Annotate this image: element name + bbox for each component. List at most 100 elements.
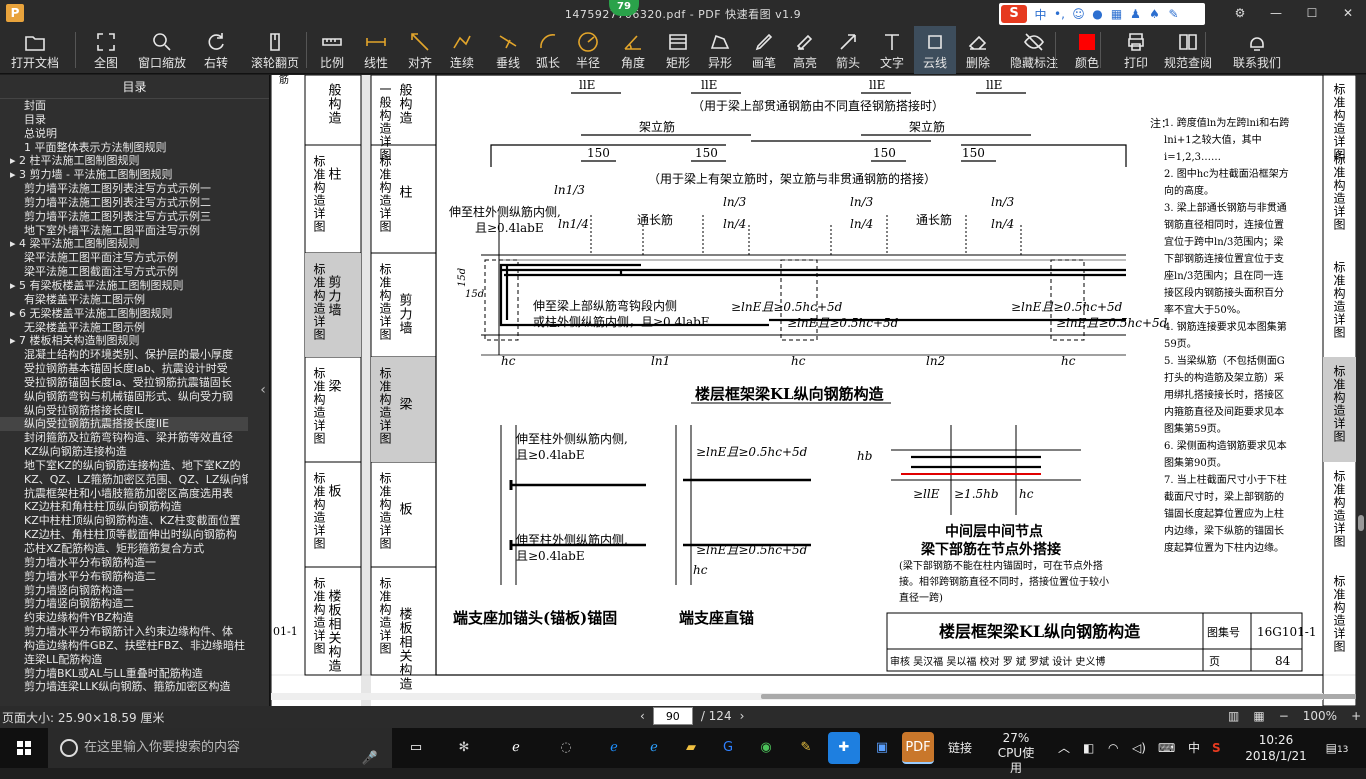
360-browser-icon[interactable]: ◉ bbox=[750, 732, 782, 764]
toc-item[interactable]: 剪力墙竖向钢筋构造一 bbox=[0, 584, 248, 598]
zoom-in-icon[interactable]: + bbox=[1351, 709, 1361, 723]
collapse-sidebar-icon[interactable]: ‹ bbox=[257, 378, 269, 402]
toc-item[interactable]: 混凝土结构的环境类别、保护层的最小厚度 bbox=[0, 348, 248, 362]
tool-color-button[interactable]: 颜色 bbox=[1067, 26, 1107, 74]
tool-perpendicular-button[interactable]: 垂线 bbox=[488, 26, 528, 74]
toc-item[interactable]: 受拉钢筋锚固长度la、受拉钢筋抗震锚固长 bbox=[0, 376, 248, 390]
tool-text-button[interactable]: 文字 bbox=[872, 26, 912, 74]
tool-continuous-button[interactable]: 连续 bbox=[442, 26, 482, 74]
toc-item[interactable]: 封闭箍筋及拉筋弯钩构造、梁并筋等效直径 bbox=[0, 431, 248, 445]
toc-item[interactable]: KZ纵向钢筋连接构造 bbox=[0, 445, 248, 459]
toc-item[interactable]: 受拉钢筋基本锚固长度lab、抗震设计时受 bbox=[0, 362, 248, 376]
toc-item[interactable]: 构造边缘构件GBZ、扶壁柱FBZ、非边缘暗柱 bbox=[0, 639, 248, 653]
toc-item[interactable]: 剪力墙平法施工图列表注写方式示例三 bbox=[0, 210, 248, 224]
punctuation-icon[interactable]: •, bbox=[1050, 7, 1069, 21]
tool-eye-off-button[interactable]: 隐藏标注 bbox=[1002, 26, 1066, 74]
tray-app-icon[interactable]: ◧ bbox=[1083, 728, 1094, 768]
toc-item[interactable]: 剪力墙竖向钢筋构造二 bbox=[0, 597, 248, 611]
taskbar-search[interactable]: 在这里输入你要搜索的内容 🎤 bbox=[48, 728, 392, 768]
toc-item[interactable]: KZ边柱、角柱柱顶等截面伸出时纵向钢筋构 bbox=[0, 528, 248, 542]
tool-radius-button[interactable]: 半径 bbox=[568, 26, 608, 74]
tool-arc-button[interactable]: 弧长 bbox=[528, 26, 568, 74]
link-label[interactable]: 链接 bbox=[948, 728, 972, 768]
toc-item[interactable]: KZ边柱和角柱柱顶纵向钢筋构造 bbox=[0, 500, 248, 514]
toc-item[interactable]: 总说明 bbox=[0, 127, 248, 141]
expand-arrow-icon[interactable]: ▸ bbox=[10, 334, 19, 347]
toc-item[interactable]: ▸ 2 柱平法施工图制图规则 bbox=[0, 154, 248, 168]
pdf-viewer-task-icon[interactable]: PDF bbox=[902, 732, 934, 764]
toc-item[interactable]: 1 平面整体表示方法制图规则 bbox=[0, 141, 248, 155]
wifi-icon[interactable]: ◠ bbox=[1108, 728, 1118, 768]
tool-rectangle-button[interactable]: 矩形 bbox=[658, 26, 698, 74]
clock[interactable]: 10:26 2018/1/21 bbox=[1244, 728, 1308, 768]
expand-arrow-icon[interactable]: ▸ bbox=[10, 154, 19, 167]
minimize-button[interactable]: — bbox=[1258, 0, 1294, 26]
tool-scale-button[interactable]: 比例 bbox=[310, 26, 354, 74]
toc-item[interactable]: 剪力墙水平分布钢筋计入约束边缘构件、体 bbox=[0, 625, 248, 639]
tool-mouse-button[interactable]: 滚轮翻页 bbox=[243, 26, 307, 74]
toc-item[interactable]: 地下室KZ的纵向钢筋连接构造、地下室KZ的 bbox=[0, 459, 248, 473]
toc-item[interactable]: 约束边缘构件YBZ构造 bbox=[0, 611, 248, 625]
toc-item[interactable]: 剪力墙平法施工图列表注写方式示例一 bbox=[0, 182, 248, 196]
zoom-level[interactable]: 100% bbox=[1303, 709, 1337, 723]
keyboard-tray-icon[interactable]: ⌨ bbox=[1158, 728, 1175, 768]
task-view-icon[interactable]: ▭ bbox=[400, 732, 432, 764]
toc-item[interactable]: ▸ 5 有梁板楼盖平法施工图制图规则 bbox=[0, 279, 248, 293]
tool-support-button[interactable]: 联系我们 bbox=[1222, 26, 1292, 74]
ime-mode-toggle[interactable]: 中 bbox=[1031, 6, 1050, 23]
pinwheel-app-icon[interactable]: ✻ bbox=[448, 732, 480, 764]
cpu-widget[interactable]: 27% CPU使用 bbox=[992, 728, 1040, 775]
tool-book-button[interactable]: 规范查阅 bbox=[1160, 26, 1216, 74]
tray-ime-mode[interactable]: 中 bbox=[1188, 728, 1200, 768]
ie-icon[interactable]: ℯ bbox=[638, 732, 670, 764]
tool-cloud-button[interactable]: 云线 bbox=[914, 26, 956, 74]
toc-item[interactable]: ▸ 3 剪力墙 - 平法施工图制图规则 bbox=[0, 168, 248, 182]
tool-zoom-button[interactable]: 窗口缩放 bbox=[133, 26, 191, 74]
tool-align-button[interactable]: 对齐 bbox=[400, 26, 440, 74]
page-number-input[interactable]: 90 bbox=[652, 707, 693, 725]
prev-page-icon[interactable]: ‹ bbox=[640, 709, 645, 723]
swirl-app-icon[interactable]: ◌ bbox=[550, 732, 582, 764]
toc-item[interactable]: 抗震框架柱和小墙肢箍筋加密区高度选用表 bbox=[0, 487, 248, 501]
action-center-icon[interactable]: ▤13 bbox=[1322, 728, 1352, 768]
toc-item[interactable]: KZ、QZ、LZ箍筋加密区范围、QZ、LZ纵向钢 bbox=[0, 473, 248, 487]
maximize-button[interactable]: ☐ bbox=[1294, 0, 1330, 26]
toc-item[interactable]: 纵向受拉钢筋抗震搭接长度llE bbox=[0, 417, 248, 432]
close-button[interactable]: ✕ bbox=[1330, 0, 1366, 26]
expand-arrow-icon[interactable]: ▸ bbox=[10, 237, 19, 250]
notes-app-icon[interactable]: ✎ bbox=[790, 732, 822, 764]
settings-icon[interactable]: ⚙ bbox=[1222, 0, 1258, 26]
microphone-icon[interactable]: ● bbox=[1088, 7, 1107, 21]
toc-item[interactable]: 封面 bbox=[0, 99, 248, 113]
volume-icon[interactable]: ◁) bbox=[1132, 728, 1146, 768]
vertical-scrollbar[interactable] bbox=[1356, 75, 1366, 706]
toc-item[interactable]: 纵向受拉钢筋搭接长度lL bbox=[0, 404, 248, 418]
toc-item[interactable]: 纵向钢筋弯钩与机械锚固形式、纵向受力钢 bbox=[0, 390, 248, 404]
toc-item[interactable]: 剪力墙水平分布钢筋构造一 bbox=[0, 556, 248, 570]
expand-arrow-icon[interactable]: ▸ bbox=[10, 279, 19, 292]
tool-highlighter-button[interactable]: 高亮 bbox=[785, 26, 825, 74]
sogou-icon[interactable]: S bbox=[1001, 5, 1027, 23]
toc-item[interactable]: 剪力墙BKL或AL与LL重叠时配筋构造 bbox=[0, 667, 248, 681]
toc-item[interactable]: 地下室外墙平法施工图平面注写示例 bbox=[0, 224, 248, 238]
emoji-icon[interactable]: ☺ bbox=[1069, 7, 1088, 21]
toc-item[interactable]: ▸ 7 楼板相关构造制图规则 bbox=[0, 334, 248, 348]
ime-toolbar[interactable]: S 中 •, ☺ ● ▦ ♟ ♠ ✎ bbox=[999, 3, 1205, 25]
browser-g-icon[interactable]: G bbox=[712, 732, 744, 764]
tool-arrow-button[interactable]: 箭头 bbox=[828, 26, 868, 74]
tool-eraser-button[interactable]: 删除 bbox=[958, 26, 998, 74]
toc-item[interactable]: KZ中柱柱顶纵向钢筋构造、KZ柱变截面位置 bbox=[0, 514, 248, 528]
expand-arrow-icon[interactable]: ▸ bbox=[10, 307, 19, 320]
briefcase-app-icon[interactable]: ▣ bbox=[866, 732, 898, 764]
tools-icon[interactable]: ✎ bbox=[1164, 7, 1183, 21]
tool-printer-button[interactable]: 打印 bbox=[1113, 26, 1159, 74]
toc-item[interactable]: 芯柱XZ配筋构造、矩形箍筋复合方式 bbox=[0, 542, 248, 556]
toc-item[interactable]: 目录 bbox=[0, 113, 248, 127]
expand-arrow-icon[interactable]: ▸ bbox=[10, 168, 19, 181]
tool-angle-button[interactable]: 角度 bbox=[612, 26, 654, 74]
sogou-tray-icon[interactable]: S bbox=[1212, 728, 1221, 768]
toc-item[interactable]: ▸ 4 梁平法施工图制图规则 bbox=[0, 237, 248, 251]
keyboard-icon[interactable]: ▦ bbox=[1107, 7, 1126, 21]
toc-item[interactable]: 无梁楼盖平法施工图示例 bbox=[0, 321, 248, 335]
file-explorer-icon[interactable]: ▰ bbox=[675, 732, 707, 764]
